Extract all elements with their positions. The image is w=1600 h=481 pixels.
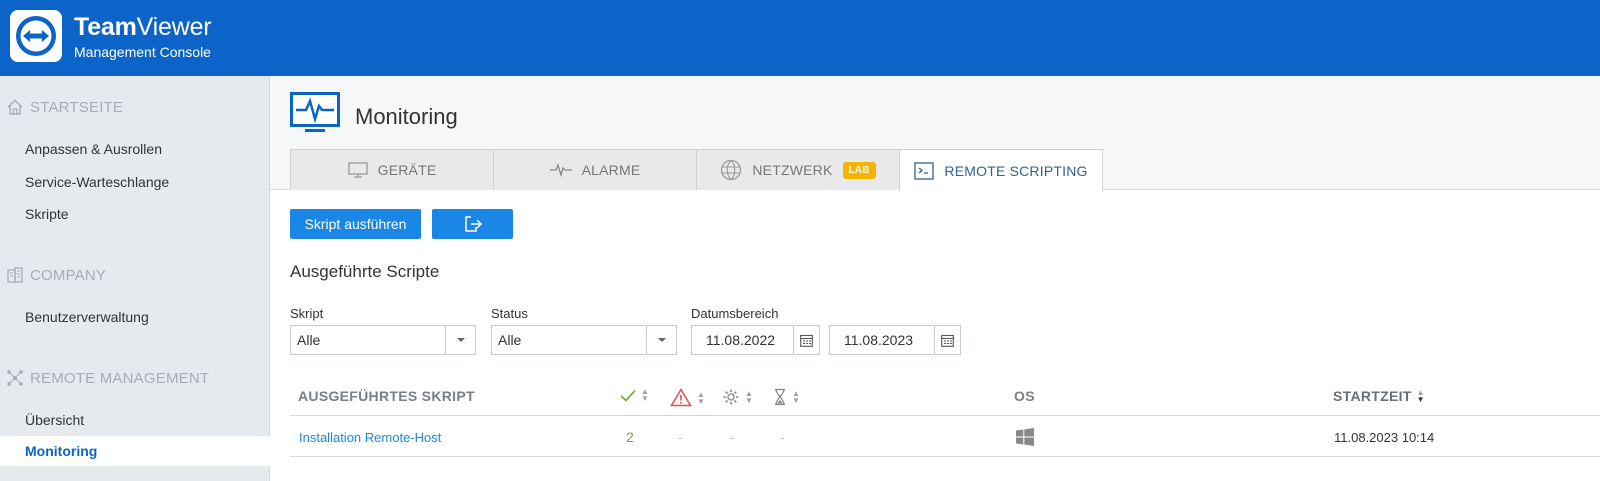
column-header-error[interactable]: ▲ ▼ <box>670 388 705 407</box>
monitor-pulse-icon <box>290 92 340 139</box>
date-from-value: 11.08.2022 <box>706 332 776 348</box>
tab-label: ALARME <box>581 162 641 178</box>
main-content: Monitoring GERÄTE ALARME NETZWERK LAB RE… <box>270 76 1600 481</box>
sidebar: STARTSEITE Anpassen & Ausrollen Service-… <box>0 76 270 481</box>
page-header: Monitoring GERÄTE ALARME NETZWERK LAB RE… <box>270 76 1600 191</box>
sidebar-item-monitoring[interactable]: Monitoring <box>0 436 270 466</box>
success-count: 2 <box>626 429 634 445</box>
brand-subtitle: Management Console <box>74 44 211 60</box>
sort-icon: ▲ ▼ <box>697 389 706 406</box>
brand: TeamViewer Management Console <box>74 13 212 61</box>
sort-icon: ▲ ▼ <box>641 387 650 403</box>
gear-icon <box>723 389 739 405</box>
column-header-os[interactable]: OS <box>1014 388 1035 404</box>
globe-icon <box>720 159 742 181</box>
sidebar-section-startseite[interactable]: STARTSEITE <box>6 98 123 116</box>
date-to-field[interactable]: 11.08.2023 <box>829 325 961 355</box>
date-to-value: 11.08.2023 <box>844 332 914 348</box>
script-name-link[interactable]: Installation Remote-Host <box>299 430 441 445</box>
tab-alarme[interactable]: ALARME <box>493 149 697 190</box>
tab-label: NETZWERK <box>752 162 833 178</box>
check-icon <box>620 389 636 402</box>
sidebar-section-label: COMPANY <box>30 266 107 284</box>
sidebar-item-benutzerverwaltung[interactable]: Benutzerverwaltung <box>25 309 149 325</box>
sidebar-item-service-queue[interactable]: Service-Warteschlange <box>25 174 169 190</box>
run-script-button[interactable]: Skript ausführen <box>290 209 421 239</box>
chevron-down-icon <box>445 326 475 354</box>
sidebar-section-label: STARTSEITE <box>30 98 124 116</box>
chevron-down-icon <box>646 326 676 354</box>
script-select[interactable]: Alle <box>290 325 476 355</box>
tab-geraete[interactable]: GERÄTE <box>290 149 494 190</box>
table-header-divider <box>290 415 1600 416</box>
column-header-label: OS <box>1014 388 1035 404</box>
error-count: - <box>678 430 683 445</box>
lab-badge: LAB <box>842 161 876 179</box>
column-header-label: STARTZEIT <box>1333 388 1412 404</box>
terminal-icon <box>914 161 935 180</box>
home-icon <box>6 98 24 116</box>
script-select-value: Alle <box>297 332 321 348</box>
tab-remote-scripting[interactable]: REMOTE SCRIPTING <box>899 149 1103 191</box>
start-time: 11.08.2023 10:14 <box>1334 430 1435 445</box>
sidebar-section-remote-management[interactable]: REMOTE MANAGEMENT <box>6 369 209 387</box>
column-header-running[interactable]: ▲ ▼ <box>722 388 753 406</box>
sidebar-item-skripte[interactable]: Skripte <box>25 206 69 222</box>
app-header: TeamViewer Management Console <box>0 0 1600 76</box>
table-row-divider <box>290 456 1600 457</box>
pulse-icon <box>549 163 572 177</box>
network-icon <box>6 369 24 387</box>
building-icon <box>6 266 24 284</box>
tab-label: REMOTE SCRIPTING <box>944 162 1088 179</box>
export-button[interactable] <box>432 209 513 239</box>
windows-icon <box>1016 428 1034 449</box>
warning-icon <box>670 388 692 407</box>
status-filter-label: Status <box>491 306 528 321</box>
monitor-icon <box>347 162 368 178</box>
pending-count: - <box>780 430 785 445</box>
page-title: Monitoring <box>355 104 458 129</box>
teamviewer-logo[interactable] <box>10 10 62 62</box>
brand-name: TeamViewer <box>74 13 212 41</box>
tab-netzwerk[interactable]: NETZWERK LAB <box>696 149 900 190</box>
sidebar-section-label: REMOTE MANAGEMENT <box>30 369 210 387</box>
column-header-pending[interactable]: ▲ ▼ <box>773 388 800 406</box>
date-from-field[interactable]: 11.08.2022 <box>691 325 820 355</box>
column-header-label: AUSGEFÜHRTES SKRIPT <box>298 388 475 404</box>
date-range-label: Datumsbereich <box>691 306 779 321</box>
sort-icon: ▲ ▼ <box>745 389 754 405</box>
sidebar-section-company[interactable]: COMPANY <box>6 266 106 284</box>
teamviewer-arrows-icon <box>16 16 56 56</box>
sidebar-item-uebersicht[interactable]: Übersicht <box>25 412 84 428</box>
status-select[interactable]: Alle <box>491 325 677 355</box>
tab-label: GERÄTE <box>377 162 437 178</box>
column-header-script[interactable]: AUSGEFÜHRTES SKRIPT <box>298 388 475 404</box>
calendar-icon[interactable] <box>793 326 819 354</box>
column-header-start-time[interactable]: STARTZEIT ▲ ▼ <box>1333 388 1425 404</box>
script-filter-label: Skript <box>290 306 324 321</box>
status-select-value: Alle <box>498 332 522 348</box>
hourglass-icon <box>775 388 785 406</box>
sort-desc-icon: ▲ ▼ <box>1416 388 1425 404</box>
running-count: - <box>730 430 735 445</box>
section-title: Ausgeführte Scripte <box>290 262 440 281</box>
calendar-icon[interactable] <box>934 326 960 354</box>
sort-icon: ▲ ▼ <box>792 389 801 405</box>
sidebar-item-anpassen[interactable]: Anpassen & Ausrollen <box>25 141 162 157</box>
export-icon <box>464 216 482 232</box>
column-header-success[interactable]: ▲ ▼ <box>620 387 650 403</box>
